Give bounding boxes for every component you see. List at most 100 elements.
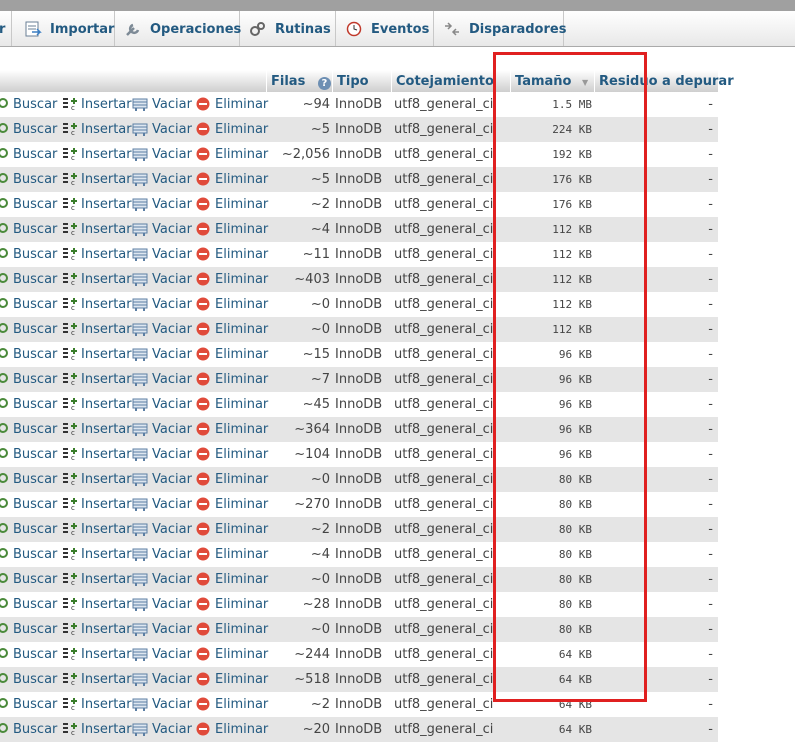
browse-icon[interactable] <box>0 672 9 686</box>
browse-icon[interactable] <box>0 647 9 661</box>
browse-icon[interactable] <box>0 372 9 386</box>
empty-link[interactable]: Vaciar <box>152 717 192 742</box>
empty-icon[interactable] <box>132 572 148 586</box>
drop-link[interactable]: Eliminar <box>215 167 268 192</box>
insert-icon[interactable]: c <box>62 422 77 437</box>
drop-icon[interactable] <box>196 197 210 211</box>
empty-icon[interactable] <box>132 247 148 261</box>
empty-link[interactable]: Vaciar <box>152 292 192 317</box>
browse-icon[interactable] <box>0 422 9 436</box>
empty-icon[interactable] <box>132 597 148 611</box>
browse-link[interactable]: Buscar <box>13 467 57 492</box>
empty-link[interactable]: Vaciar <box>152 617 192 642</box>
empty-icon[interactable] <box>132 697 148 711</box>
browse-link[interactable]: Buscar <box>13 667 57 692</box>
drop-link[interactable]: Eliminar <box>215 617 268 642</box>
insert-icon[interactable]: c <box>62 247 77 262</box>
insert-icon[interactable]: c <box>62 497 77 512</box>
empty-link[interactable]: Vaciar <box>152 417 192 442</box>
browse-link[interactable]: Buscar <box>13 217 57 242</box>
insert-link[interactable]: Insertar <box>81 392 132 417</box>
drop-icon[interactable] <box>196 472 210 486</box>
drop-link[interactable]: Eliminar <box>215 392 268 417</box>
drop-link[interactable]: Eliminar <box>215 142 268 167</box>
browse-link[interactable]: Buscar <box>13 167 57 192</box>
insert-icon[interactable]: c <box>62 472 77 487</box>
browse-link[interactable]: Buscar <box>13 142 57 167</box>
insert-icon[interactable]: c <box>62 647 77 662</box>
browse-link[interactable]: Buscar <box>13 717 57 742</box>
browse-icon[interactable] <box>0 97 9 111</box>
browse-icon[interactable] <box>0 272 9 286</box>
insert-link[interactable]: Insertar <box>81 717 132 742</box>
insert-icon[interactable]: c <box>62 722 77 737</box>
empty-link[interactable]: Vaciar <box>152 117 192 142</box>
column-header-overhead[interactable]: Residuo a depurar <box>594 70 734 93</box>
insert-icon[interactable]: c <box>62 597 77 612</box>
empty-icon[interactable] <box>132 647 148 661</box>
drop-icon[interactable] <box>196 447 210 461</box>
insert-icon[interactable]: c <box>62 447 77 462</box>
column-header-type[interactable]: Tipo <box>332 70 391 93</box>
drop-link[interactable]: Eliminar <box>215 517 268 542</box>
tab-operaciones[interactable]: Operaciones <box>114 11 241 46</box>
drop-link[interactable]: Eliminar <box>215 592 268 617</box>
empty-link[interactable]: Vaciar <box>152 367 192 392</box>
drop-link[interactable]: Eliminar <box>215 417 268 442</box>
empty-link[interactable]: Vaciar <box>152 392 192 417</box>
drop-icon[interactable] <box>196 172 210 186</box>
drop-icon[interactable] <box>196 597 210 611</box>
empty-icon[interactable] <box>132 722 148 736</box>
drop-link[interactable]: Eliminar <box>215 717 268 742</box>
insert-link[interactable]: Insertar <box>81 317 132 342</box>
browse-link[interactable]: Buscar <box>13 517 57 542</box>
drop-link[interactable]: Eliminar <box>215 442 268 467</box>
drop-link[interactable]: Eliminar <box>215 542 268 567</box>
drop-icon[interactable] <box>196 497 210 511</box>
drop-link[interactable]: Eliminar <box>215 117 268 142</box>
empty-link[interactable]: Vaciar <box>152 467 192 492</box>
drop-link[interactable]: Eliminar <box>215 667 268 692</box>
browse-link[interactable]: Buscar <box>13 417 57 442</box>
browse-link[interactable]: Buscar <box>13 592 57 617</box>
empty-link[interactable]: Vaciar <box>152 192 192 217</box>
browse-icon[interactable] <box>0 247 9 261</box>
insert-icon[interactable]: c <box>62 197 77 212</box>
empty-icon[interactable] <box>132 347 148 361</box>
empty-link[interactable]: Vaciar <box>152 317 192 342</box>
insert-icon[interactable]: c <box>62 97 77 112</box>
browse-icon[interactable] <box>0 497 9 511</box>
empty-icon[interactable] <box>132 272 148 286</box>
browse-icon[interactable] <box>0 597 9 611</box>
browse-icon[interactable] <box>0 522 9 536</box>
empty-link[interactable]: Vaciar <box>152 517 192 542</box>
empty-link[interactable]: Vaciar <box>152 492 192 517</box>
empty-link[interactable]: Vaciar <box>152 342 192 367</box>
browse-icon[interactable] <box>0 572 9 586</box>
browse-link[interactable]: Buscar <box>13 342 57 367</box>
insert-link[interactable]: Insertar <box>81 192 132 217</box>
drop-icon[interactable] <box>196 697 210 711</box>
insert-link[interactable]: Insertar <box>81 117 132 142</box>
browse-link[interactable]: Buscar <box>13 367 57 392</box>
drop-link[interactable]: Eliminar <box>215 342 268 367</box>
insert-icon[interactable]: c <box>62 347 77 362</box>
empty-icon[interactable] <box>132 497 148 511</box>
empty-link[interactable]: Vaciar <box>152 142 192 167</box>
drop-link[interactable]: Eliminar <box>215 192 268 217</box>
tab-rutinas[interactable]: Rutinas <box>239 11 336 46</box>
browse-link[interactable]: Buscar <box>13 242 57 267</box>
browse-link[interactable]: Buscar <box>13 542 57 567</box>
empty-link[interactable]: Vaciar <box>152 242 192 267</box>
insert-icon[interactable]: c <box>62 547 77 562</box>
empty-link[interactable]: Vaciar <box>152 92 192 117</box>
insert-link[interactable]: Insertar <box>81 92 132 117</box>
browse-link[interactable]: Buscar <box>13 642 57 667</box>
empty-icon[interactable] <box>132 522 148 536</box>
empty-link[interactable]: Vaciar <box>152 692 192 717</box>
browse-icon[interactable] <box>0 547 9 561</box>
insert-icon[interactable]: c <box>62 222 77 237</box>
drop-link[interactable]: Eliminar <box>215 317 268 342</box>
browse-icon[interactable] <box>0 322 9 336</box>
drop-icon[interactable] <box>196 672 210 686</box>
